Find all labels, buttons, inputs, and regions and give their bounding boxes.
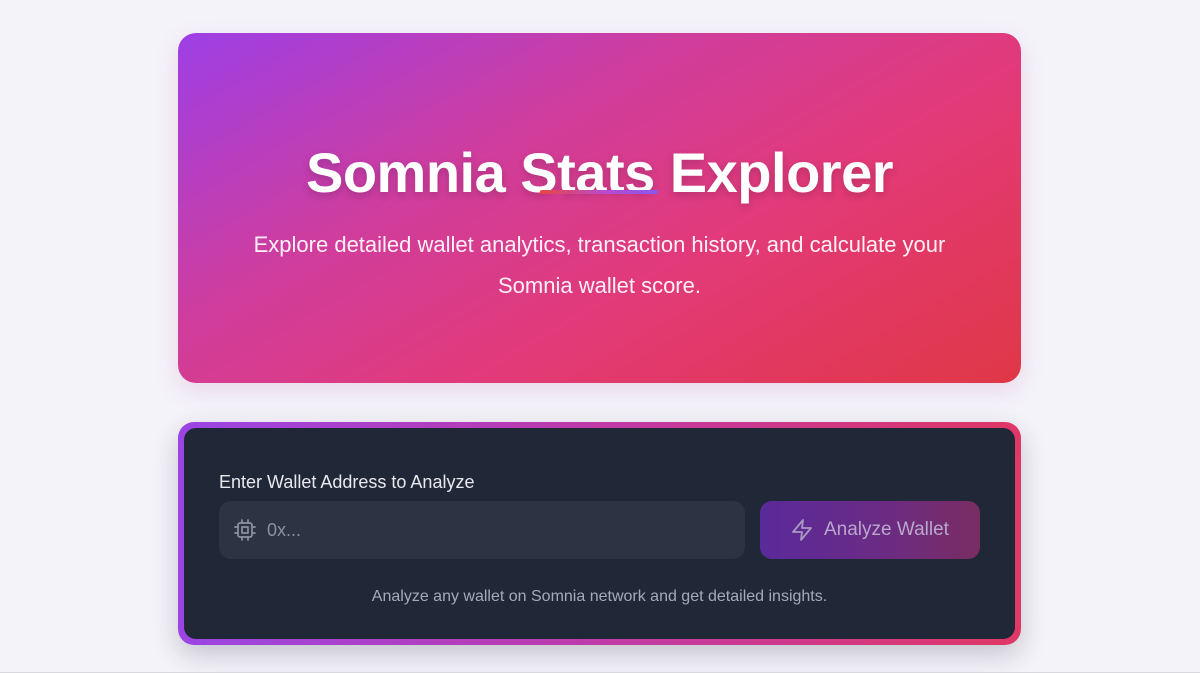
title-divider [540, 190, 658, 194]
hero-subtitle: Explore detailed wallet analytics, trans… [253, 232, 946, 298]
wallet-address-input[interactable] [267, 501, 727, 559]
page: Somnia Stats Explorer Explore detailed w… [0, 0, 1200, 673]
wallet-input-container[interactable] [219, 501, 745, 559]
wallet-address-label: Enter Wallet Address to Analyze [219, 472, 475, 492]
wallet-analyzer-panel: Enter Wallet Address to Analyze 0x... An… [184, 428, 1015, 639]
chip-icon [233, 518, 257, 542]
analyze-wallet-button[interactable]: Analyze Wallet [760, 501, 980, 559]
analyzer-hint: Analyze any wallet on Somnia network and… [371, 588, 828, 605]
hero-banner: Somnia Stats Explorer Explore detailed w… [178, 33, 1021, 383]
wallet-analyzer-card: Enter Wallet Address to Analyze 0x... An… [178, 422, 1021, 645]
page-title: Somnia Stats Explorer [305, 141, 894, 204]
analyze-wallet-button-label: Analyze Wallet [824, 519, 949, 540]
lightning-icon [790, 518, 814, 542]
